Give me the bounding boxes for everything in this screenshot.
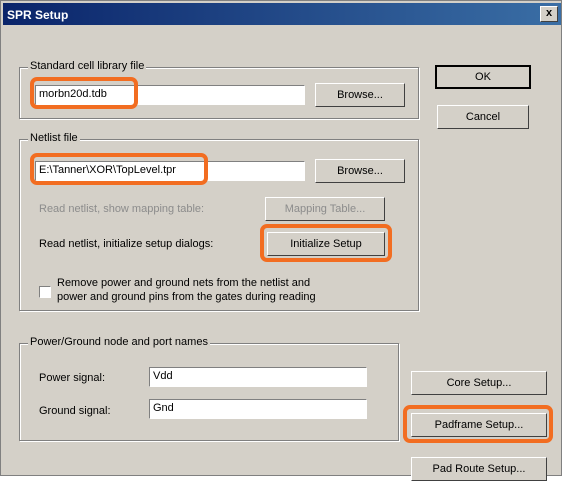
window-title: SPR Setup: [7, 8, 69, 22]
close-icon: x: [545, 7, 553, 19]
close-button[interactable]: x: [540, 6, 558, 22]
pad-route-setup-button[interactable]: Pad Route Setup...: [411, 457, 547, 481]
cancel-button[interactable]: Cancel: [437, 105, 529, 129]
title-bar[interactable]: SPR Setup x: [3, 3, 561, 25]
netlist-legend: Netlist file: [28, 132, 80, 144]
library-browse-button[interactable]: Browse...: [315, 83, 405, 107]
ok-button[interactable]: OK: [435, 65, 531, 89]
padframe-setup-highlight: [403, 405, 553, 443]
power-ground-legend: Power/Ground node and port names: [28, 336, 210, 348]
power-signal-field[interactable]: Vdd: [149, 367, 367, 387]
power-ground-group: Power/Ground node and port names: [19, 336, 399, 441]
initialize-setup-label: Read netlist, initialize setup dialogs:: [39, 238, 214, 250]
remove-power-ground-label-line1: Remove power and ground nets from the ne…: [57, 277, 311, 289]
ground-signal-field[interactable]: Gnd: [149, 399, 367, 419]
remove-power-ground-label-line2: power and ground pins from the gates dur…: [57, 291, 316, 303]
ground-signal-label: Ground signal:: [39, 405, 111, 417]
remove-power-ground-checkbox[interactable]: [39, 286, 51, 298]
core-setup-button[interactable]: Core Setup...: [411, 371, 547, 395]
library-legend: Standard cell library file: [28, 60, 147, 72]
mapping-table-button[interactable]: Mapping Table...: [265, 197, 385, 221]
netlist-browse-button[interactable]: Browse...: [315, 159, 405, 183]
power-signal-label: Power signal:: [39, 372, 106, 384]
mapping-table-label: Read netlist, show mapping table:: [39, 203, 205, 215]
netlist-field-highlight: [30, 153, 208, 185]
initialize-setup-highlight: [260, 224, 392, 262]
library-field-highlight: [30, 77, 138, 109]
